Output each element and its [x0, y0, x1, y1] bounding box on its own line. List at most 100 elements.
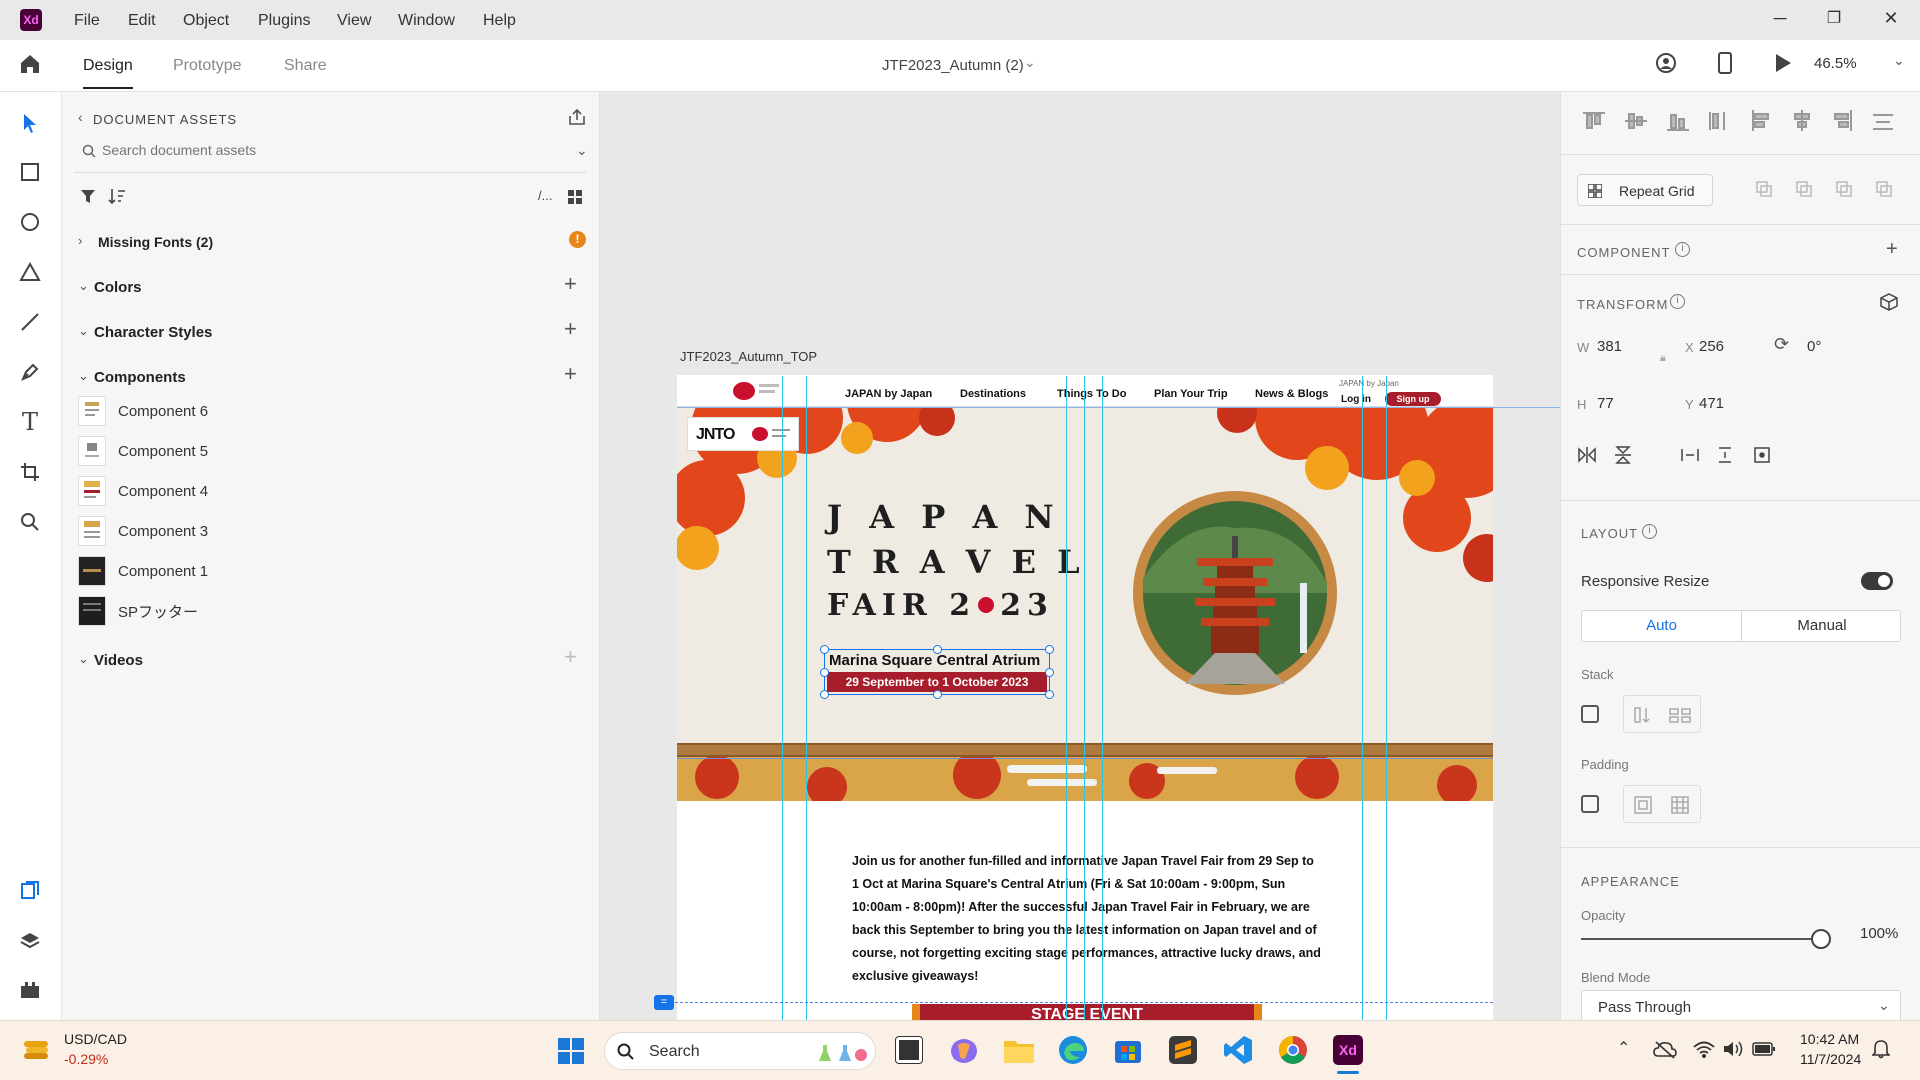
artboard[interactable]: JAPAN by Japan Destinations Things To Do…	[677, 375, 1493, 1020]
menu-view[interactable]: View	[337, 12, 371, 30]
adobe-xd-taskbar-icon[interactable]: Xd	[1333, 1035, 1363, 1065]
resize-handle[interactable]	[933, 690, 942, 699]
flip-distribute-icons[interactable]	[1577, 445, 1777, 465]
nav-link[interactable]: Things To Do	[1057, 388, 1126, 400]
search-chevron-icon[interactable]: ⌄	[576, 142, 588, 159]
opacity-value[interactable]: 100%	[1860, 925, 1898, 942]
select-tool-icon[interactable]	[16, 109, 44, 137]
component-item[interactable]: Component 4	[78, 476, 208, 506]
minimize-icon[interactable]: ─	[1765, 8, 1795, 29]
add-component-icon[interactable]: +	[564, 361, 577, 387]
sort-icon[interactable]	[108, 188, 126, 204]
add-component-state-icon[interactable]: +	[1886, 238, 1898, 261]
play-icon[interactable]	[1774, 53, 1792, 73]
line-tool-icon[interactable]	[16, 308, 44, 336]
filter-icon[interactable]	[80, 188, 96, 204]
lock-aspect-icon[interactable]: 🔒︎	[1660, 352, 1666, 365]
component-item[interactable]: Component 5	[78, 436, 208, 466]
responsive-resize-toggle[interactable]	[1861, 572, 1893, 590]
device-preview-icon[interactable]	[1717, 52, 1733, 74]
colors-chevron-icon[interactable]: ⌄	[78, 278, 89, 294]
plugins-panel-icon[interactable]	[16, 976, 44, 1004]
blend-mode-select[interactable]: Pass Through ⌄	[1581, 990, 1901, 1022]
y-value[interactable]: 471	[1699, 395, 1724, 412]
info-icon[interactable]: i	[1642, 524, 1657, 539]
resize-handle[interactable]	[1045, 690, 1054, 699]
tab-share[interactable]: Share	[284, 57, 327, 75]
menu-object[interactable]: Object	[183, 12, 229, 30]
signup-button[interactable]: Sign up	[1385, 392, 1441, 406]
resize-handle[interactable]	[1045, 668, 1054, 677]
wifi-icon[interactable]	[1692, 1039, 1716, 1059]
nav-link[interactable]: Plan Your Trip	[1154, 388, 1228, 400]
menu-help[interactable]: Help	[483, 12, 516, 30]
export-icon[interactable]	[568, 108, 586, 126]
add-character-style-icon[interactable]: +	[564, 316, 577, 342]
rectangle-tool-icon[interactable]	[16, 158, 44, 186]
stage-event-banner[interactable]: STAGE EVENT	[912, 1004, 1262, 1020]
expand-chevron-icon[interactable]: ›	[78, 233, 82, 248]
show-hidden-icons-chevron-icon[interactable]: ⌃	[1617, 1038, 1630, 1058]
edge-browser-icon[interactable]	[1058, 1035, 1088, 1065]
clock-date[interactable]: 11/7/2024	[1800, 1051, 1861, 1067]
tab-prototype[interactable]: Prototype	[173, 57, 241, 75]
resize-handle[interactable]	[820, 668, 829, 677]
notification-bell-icon[interactable]	[1872, 1039, 1890, 1059]
section-videos[interactable]: Videos	[94, 652, 143, 669]
section-missing-fonts[interactable]: Missing Fonts (2)	[98, 234, 213, 250]
section-colors[interactable]: Colors	[94, 279, 142, 296]
pen-tool-icon[interactable]	[16, 358, 44, 386]
home-icon[interactable]	[18, 52, 42, 76]
videos-chevron-icon[interactable]: ⌄	[78, 651, 89, 667]
height-value[interactable]: 77	[1597, 395, 1614, 412]
resize-handle[interactable]	[820, 645, 829, 654]
close-icon[interactable]: ✕	[1876, 8, 1906, 29]
add-video-icon[interactable]: +	[564, 644, 577, 670]
task-view-icon[interactable]	[896, 1037, 922, 1063]
back-chevron-icon[interactable]: ‹	[78, 109, 83, 125]
microsoft-store-icon[interactable]	[1113, 1035, 1143, 1065]
file-explorer-icon[interactable]	[1003, 1035, 1035, 1065]
zoom-chevron-icon[interactable]: ⌄	[1893, 52, 1905, 69]
artboard-tool-icon[interactable]	[16, 458, 44, 486]
assets-panel-icon[interactable]	[16, 876, 44, 904]
menu-plugins[interactable]: Plugins	[258, 12, 310, 30]
layers-panel-icon[interactable]	[16, 926, 44, 954]
design-canvas[interactable]: JTF2023_Autumn_TOP JAPAN by Japan Destin…	[600, 92, 1560, 1020]
info-icon[interactable]: i	[1675, 242, 1690, 257]
zoom-level[interactable]: 46.5%	[1814, 55, 1857, 72]
stack-checkbox[interactable]	[1581, 705, 1599, 723]
component-item[interactable]: Component 6	[78, 396, 208, 426]
artboard-name[interactable]: JTF2023_Autumn_TOP	[680, 349, 817, 364]
menu-edit[interactable]: Edit	[128, 12, 156, 30]
component-item[interactable]: Component 1	[78, 556, 208, 586]
path-view-icon[interactable]: /...	[538, 188, 552, 203]
auto-button[interactable]: Auto	[1582, 611, 1742, 641]
menu-file[interactable]: File	[74, 12, 100, 30]
nav-link[interactable]: JAPAN by Japan	[845, 388, 932, 400]
boolean-ops-icons[interactable]	[1755, 180, 1905, 200]
add-color-icon[interactable]: +	[564, 271, 577, 297]
stack-direction-buttons[interactable]	[1623, 695, 1701, 733]
polygon-tool-icon[interactable]	[16, 258, 44, 286]
resize-handle[interactable]	[933, 645, 942, 654]
ellipse-tool-icon[interactable]	[16, 208, 44, 236]
restore-icon[interactable]: ❐	[1819, 8, 1849, 28]
opacity-slider-track[interactable]	[1581, 929, 1831, 949]
tab-design[interactable]: Design	[83, 57, 133, 89]
taskbar-search-box[interactable]: Search	[604, 1032, 876, 1070]
3d-transform-icon[interactable]	[1879, 292, 1899, 312]
styles-chevron-icon[interactable]: ⌄	[78, 323, 89, 339]
opacity-slider-thumb[interactable]	[1811, 929, 1831, 949]
viewport-handle-icon[interactable]: =	[654, 995, 674, 1010]
zoom-tool-icon[interactable]	[16, 508, 44, 536]
components-chevron-icon[interactable]: ⌄	[78, 368, 89, 384]
chevron-down-icon[interactable]: ⌄	[1024, 54, 1036, 71]
stock-widget-icon[interactable]	[22, 1035, 52, 1065]
user-icon[interactable]	[1655, 52, 1677, 74]
copilot-icon[interactable]	[948, 1035, 980, 1067]
info-icon[interactable]: i	[1670, 294, 1685, 309]
section-components[interactable]: Components	[94, 369, 186, 386]
section-character-styles[interactable]: Character Styles	[94, 324, 212, 341]
sublime-text-icon[interactable]	[1168, 1035, 1198, 1065]
